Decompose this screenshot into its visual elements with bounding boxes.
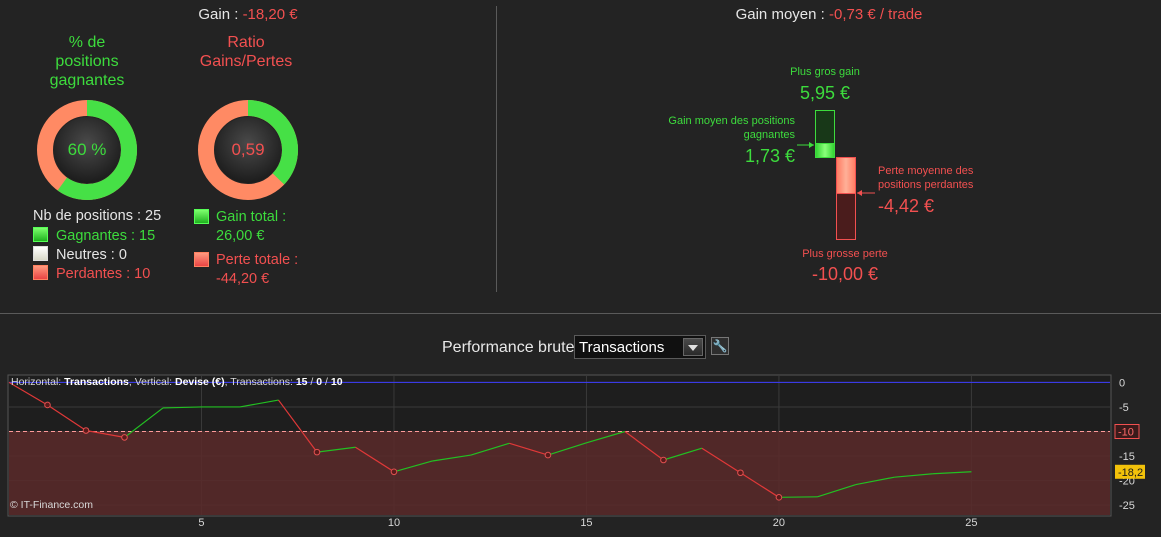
loss-point bbox=[660, 456, 667, 464]
total-loss: Perte totale : -44,20 € bbox=[194, 251, 298, 289]
average-gain-header: Gain moyen : -0,73 € / trade bbox=[497, 6, 1161, 23]
panel-divider bbox=[496, 6, 497, 292]
y-tick-label: 0 bbox=[1119, 377, 1125, 389]
ratio-ring-label: Ratio Gains/Pertes bbox=[180, 33, 312, 71]
loss-point bbox=[544, 451, 552, 459]
total-gain: Gain total : 26,00 € bbox=[194, 208, 286, 246]
info-horizontal-label: Horizontal: bbox=[11, 376, 65, 388]
info-vertical-value: Devise (€) bbox=[175, 376, 225, 388]
gain-loss-bars bbox=[797, 110, 875, 240]
ratio-ring-label-line: Ratio bbox=[227, 34, 265, 51]
avg-win-label-line: gagnantes bbox=[743, 129, 795, 141]
chevron-down-icon[interactable] bbox=[683, 338, 703, 356]
legend-losing: Perdantes : 10 bbox=[33, 265, 150, 282]
avg-win-bar bbox=[815, 143, 835, 158]
copyright: © IT-Finance.com bbox=[10, 499, 94, 511]
info-horizontal-value: Transactions bbox=[64, 376, 129, 388]
info-sep: / bbox=[322, 376, 331, 388]
info-losses: 10 bbox=[330, 376, 343, 388]
performance-chart: 5 10 15 20 250-5-15-20-25-10-18,2 bbox=[7, 374, 1145, 529]
avg-win-label: Gain moyen des positions gagnantes bbox=[640, 114, 795, 142]
positions-total: Nb de positions : 25 bbox=[33, 208, 162, 224]
total-loss-value: -44,20 € bbox=[216, 271, 270, 287]
x-tick-label: 25 bbox=[965, 517, 977, 529]
avg-win-value: 1,73 € bbox=[744, 146, 795, 166]
loss-point bbox=[121, 434, 128, 441]
losing-text: Perdantes : 10 bbox=[56, 266, 151, 282]
wrench-icon[interactable]: 🔧 bbox=[711, 337, 729, 355]
total-loss-label: Perte totale : bbox=[216, 252, 299, 268]
y-tick-label: -5 bbox=[1119, 402, 1129, 414]
x-tick-label: 5 bbox=[198, 517, 204, 529]
ratio-ring-value: 0,59 bbox=[231, 140, 265, 159]
loss-point bbox=[775, 494, 783, 501]
total-gain-swatch bbox=[194, 209, 209, 224]
ratio-ring-label-line: Gains/Pertes bbox=[199, 53, 293, 70]
biggest-gain-value: 5,95 € bbox=[799, 83, 851, 103]
win-ring-label-line: gagnantes bbox=[49, 72, 125, 89]
info-vertical-label: , Vertical: bbox=[128, 376, 175, 388]
loss-point bbox=[44, 401, 51, 409]
biggest-loss-value: -10,00 € bbox=[811, 264, 879, 284]
section-divider bbox=[0, 313, 1161, 314]
neutral-swatch bbox=[33, 246, 48, 261]
neutral-text: Neutres : 0 bbox=[56, 247, 127, 263]
performance-title: Performance brute bbox=[442, 339, 575, 356]
avg-loss-value: -4,42 € bbox=[878, 196, 935, 216]
gain-label: Gain : bbox=[198, 6, 243, 23]
loss-point bbox=[737, 469, 744, 477]
avg-loss-label-line: Perte moyenne des bbox=[878, 165, 974, 177]
avg-loss-bar bbox=[836, 157, 856, 194]
info-transactions-label: , Transactions: bbox=[224, 376, 296, 388]
x-tick-label: 20 bbox=[773, 517, 785, 529]
win-ring-label-line: % de bbox=[68, 34, 106, 51]
total-loss-swatch bbox=[194, 252, 209, 267]
performance-dropdown-value: Transactions bbox=[579, 339, 665, 356]
x-tick-label: 15 bbox=[580, 517, 592, 529]
avg-loss-label: Perte moyenne des positions perdantes bbox=[878, 164, 1008, 192]
legend-neutral: Neutres : 0 bbox=[33, 246, 127, 263]
y-tick-label: -15 bbox=[1119, 451, 1135, 463]
avg-loss-label-line: positions perdantes bbox=[878, 179, 974, 191]
loss-point bbox=[313, 448, 321, 456]
losing-swatch bbox=[33, 265, 48, 280]
avg-win-label-line: Gain moyen des positions bbox=[668, 115, 795, 127]
average-gain-value: -0,73 € / trade bbox=[828, 6, 923, 23]
loss-point bbox=[82, 427, 90, 434]
avg-win-arrowhead bbox=[809, 142, 814, 148]
winning-text: Gagnantes : 15 bbox=[56, 228, 156, 244]
y-tick-label: -25 bbox=[1119, 500, 1135, 512]
win-ring-label: % de positions gagnantes bbox=[25, 33, 149, 90]
total-gain-value: 26,00 € bbox=[216, 228, 265, 244]
x-tick-label: 10 bbox=[388, 517, 400, 529]
info-sep: / bbox=[307, 376, 317, 388]
winning-swatch bbox=[33, 227, 48, 242]
gain-value: -18,20 € bbox=[242, 6, 298, 23]
max-loss-badge-label: -10 bbox=[1118, 427, 1134, 439]
chart-info-bar: Horizontal: Transactions, Vertical: Devi… bbox=[11, 376, 343, 388]
biggest-gain-label: Plus gros gain bbox=[790, 66, 860, 78]
gain-header: Gain : -18,20 € bbox=[0, 6, 496, 23]
info-wins: 15 bbox=[295, 376, 308, 388]
win-ring-value: 60 % bbox=[67, 140, 107, 159]
win-ring-label-line: positions bbox=[55, 53, 119, 70]
avg-loss-arrowhead bbox=[857, 190, 862, 196]
biggest-loss-label: Plus grosse perte bbox=[802, 248, 888, 260]
loss-point bbox=[390, 468, 398, 476]
last-value-label: -18,2 bbox=[1118, 467, 1143, 479]
performance-dropdown[interactable]: Transactions bbox=[574, 335, 706, 359]
legend-winning: Gagnantes : 15 bbox=[33, 227, 155, 244]
average-gain-label: Gain moyen : bbox=[735, 6, 829, 23]
